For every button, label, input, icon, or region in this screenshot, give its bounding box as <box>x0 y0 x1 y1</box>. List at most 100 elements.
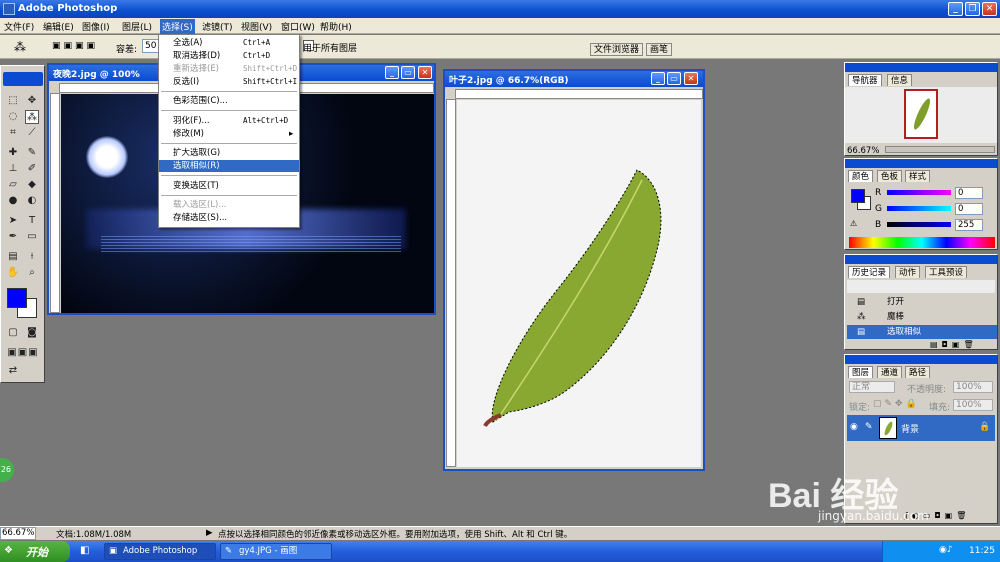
quick-mask-icon[interactable]: ◙ <box>25 326 39 340</box>
menu-layer[interactable]: 图层(L) <box>122 20 152 33</box>
tab-actions[interactable]: 动作 <box>895 266 921 278</box>
g-slider[interactable] <box>887 206 951 211</box>
status-arrow-icon[interactable]: ▶ <box>206 528 213 538</box>
task-photoshop[interactable]: ▣ Adobe Photoshop <box>104 543 216 560</box>
magic-wand-tool-icon[interactable]: ⁂ <box>25 110 39 124</box>
lock-icons[interactable]: ▢✎✥🔒 <box>873 399 920 409</box>
navigator-zoom-slider[interactable] <box>885 146 995 153</box>
opacity-input[interactable]: 100% <box>953 381 993 393</box>
standard-mode-icon[interactable]: ▢ <box>6 326 20 340</box>
modify-item[interactable]: 修改(M) ▸ <box>159 128 299 140</box>
close-icon[interactable]: ✕ <box>982 2 997 16</box>
color-spectrum-bar[interactable] <box>849 237 995 248</box>
tab-history[interactable]: 历史记录 <box>848 266 891 278</box>
tab-color[interactable]: 颜色 <box>848 170 874 182</box>
tab-channels[interactable]: 通道 <box>877 366 903 378</box>
color-fg-swatch[interactable] <box>851 189 865 203</box>
blend-mode-select[interactable]: 正常 <box>849 381 895 393</box>
leaf-canvas[interactable] <box>457 100 701 467</box>
history-buttons-icon[interactable]: ▤◘▣🗑 <box>930 340 978 349</box>
brush-tool-icon[interactable]: ✎ <box>25 146 39 160</box>
menu-file[interactable]: 文件(F) <box>4 20 34 33</box>
restore-icon[interactable]: ❐ <box>965 2 980 16</box>
eraser-tool-icon[interactable]: ▱ <box>6 178 20 192</box>
doc1-close-icon[interactable]: ✕ <box>418 66 432 79</box>
menu-select[interactable]: 选择(S) <box>160 19 195 34</box>
magic-wand-icon[interactable]: ⁂ <box>14 40 26 54</box>
lasso-tool-icon[interactable]: ◌ <box>6 110 20 124</box>
tab-navigator[interactable]: 导航器 <box>848 74 882 86</box>
brushes-tab[interactable]: 画笔 <box>646 43 673 56</box>
g-value[interactable]: 0 <box>955 203 983 215</box>
fill-input[interactable]: 100% <box>953 399 993 411</box>
stamp-tool-icon[interactable]: ⊥ <box>6 162 20 176</box>
status-doc-size[interactable]: 文档:1.08M/1.08M <box>56 528 131 540</box>
layer-row-background[interactable]: ◉ ✎ 背景 🔒 <box>847 415 995 441</box>
healing-brush-icon[interactable]: ✚ <box>6 146 20 160</box>
document-window-leaf[interactable]: 叶子2.jpg @ 66.7%(RGB) _ ▭ ✕ <box>443 69 705 471</box>
minimize-icon[interactable]: _ <box>948 2 963 16</box>
doc2-restore-icon[interactable]: ▭ <box>667 72 681 85</box>
selection-mode-icon[interactable]: ▣▣▣▣ <box>52 41 98 51</box>
slice-tool-icon[interactable]: ⟋ <box>25 126 39 140</box>
menu-window[interactable]: 窗口(W) <box>281 20 315 33</box>
r-value[interactable]: 0 <box>955 187 983 199</box>
select-all-item[interactable]: 全选(A) Ctrl+A <box>159 37 299 49</box>
quick-launch-icon[interactable]: ◧ <box>80 545 89 556</box>
layer-visibility-eye-icon[interactable]: ◉ <box>850 422 858 432</box>
start-button[interactable]: ❖ 开始 <box>0 541 70 562</box>
notes-tool-icon[interactable]: ▤ <box>6 250 20 264</box>
tab-paths[interactable]: 路径 <box>905 366 931 378</box>
doc1-minimize-icon[interactable]: _ <box>385 66 399 79</box>
grow-item[interactable]: 扩大选取(G) <box>159 147 299 159</box>
history-snapshot-row[interactable] <box>847 280 995 293</box>
history-item-magic-wand[interactable]: ⁂ 魔棒 <box>847 310 997 324</box>
path-select-icon[interactable]: ➤ <box>6 214 20 228</box>
screen-mode-icon[interactable]: ▣▣▣ <box>3 346 43 360</box>
type-tool-icon[interactable]: T <box>25 214 39 228</box>
eyedropper-icon[interactable]: ⟊ <box>25 250 39 264</box>
menu-image[interactable]: 图像(I) <box>82 20 110 33</box>
history-brush-icon[interactable]: ✐ <box>25 162 39 176</box>
tab-layers[interactable]: 图层 <box>848 366 874 378</box>
doc2-minimize-icon[interactable]: _ <box>651 72 665 85</box>
navigator-zoom-value[interactable]: 66.67% <box>847 146 879 156</box>
r-slider[interactable] <box>887 190 951 195</box>
menu-filter[interactable]: 滤镜(T) <box>202 20 233 33</box>
b-value[interactable]: 255 <box>955 219 983 231</box>
reselect-item[interactable]: 重新选择(E) Shift+Ctrl+D <box>159 63 299 75</box>
zoom-tool-icon[interactable]: ⌕ <box>25 266 39 280</box>
feather-item[interactable]: 羽化(F)... Alt+Ctrl+D <box>159 115 299 127</box>
crop-tool-icon[interactable]: ⌗ <box>6 126 20 140</box>
file-browser-tab[interactable]: 文件浏览器 <box>590 43 644 56</box>
marquee-tool-icon[interactable]: ⬚ <box>6 94 20 108</box>
menu-view[interactable]: 视图(V) <box>241 20 272 33</box>
load-selection-item[interactable]: 载入选区(L)... <box>159 199 299 211</box>
pen-tool-icon[interactable]: ✒ <box>6 230 20 244</box>
tab-info[interactable]: 信息 <box>887 74 913 86</box>
hand-tool-icon[interactable]: ✋ <box>6 266 20 280</box>
tab-tool-presets[interactable]: 工具预设 <box>925 266 968 278</box>
shape-tool-icon[interactable]: ▭ <box>25 230 39 244</box>
save-selection-item[interactable]: 存储选区(S)... <box>159 212 299 224</box>
tray-icons[interactable]: ◉♪ <box>939 545 953 555</box>
navigator-view-box[interactable] <box>904 89 938 139</box>
deselect-item[interactable]: 取消选择(D) Ctrl+D <box>159 50 299 62</box>
menu-edit[interactable]: 编辑(E) <box>43 20 74 33</box>
b-slider[interactable] <box>887 222 951 227</box>
color-range-item[interactable]: 色彩范围(C)... <box>159 95 299 107</box>
foreground-color-swatch[interactable] <box>7 288 27 308</box>
inverse-item[interactable]: 反选(I) Shift+Ctrl+I <box>159 76 299 88</box>
move-tool-icon[interactable]: ✥ <box>25 94 39 108</box>
transform-selection-item[interactable]: 变换选区(T) <box>159 180 299 192</box>
history-item-open[interactable]: ▤ 打开 <box>847 295 997 309</box>
paint-bucket-icon[interactable]: ◆ <box>25 178 39 192</box>
doc1-restore-icon[interactable]: ▭ <box>401 66 415 79</box>
tab-styles[interactable]: 样式 <box>905 170 931 182</box>
dodge-tool-icon[interactable]: ◐ <box>25 194 39 208</box>
doc2-close-icon[interactable]: ✕ <box>684 72 698 85</box>
blur-tool-icon[interactable]: ● <box>6 194 20 208</box>
menu-help[interactable]: 帮助(H) <box>320 20 352 33</box>
tab-swatches[interactable]: 色板 <box>877 170 903 182</box>
status-zoom[interactable]: 66.67% <box>0 527 36 540</box>
